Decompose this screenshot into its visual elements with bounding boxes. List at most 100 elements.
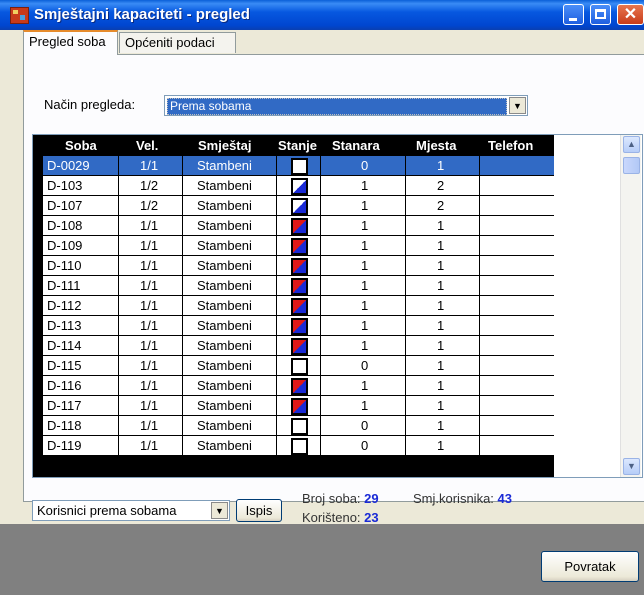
table-row[interactable]: D-111 1/1 Stambeni 1 1	[33, 276, 554, 296]
cell-mjesta: 1	[437, 398, 445, 413]
table-row[interactable]: D-107 1/2 Stambeni 1 2	[33, 196, 554, 216]
table-row[interactable]: D-108 1/1 Stambeni 1 1	[33, 216, 554, 236]
app-icon	[10, 7, 29, 24]
stat-label: Korišteno:	[302, 510, 361, 525]
cell-vel: 1/1	[140, 238, 159, 253]
tab-pregled-soba[interactable]: Pregled soba	[23, 30, 118, 55]
occupancy-status-icon	[291, 238, 308, 255]
table-row[interactable]: D-114 1/1 Stambeni 1 1	[33, 336, 554, 356]
cell-smjestaj: Stambeni	[197, 438, 252, 453]
cell-smjestaj: Stambeni	[197, 298, 252, 313]
cell-stanara: 1	[361, 298, 369, 313]
occupancy-status-icon	[291, 398, 308, 415]
occupancy-status-icon	[291, 178, 308, 195]
chevron-down-icon[interactable]: ▼	[211, 502, 228, 519]
cell-soba: D-103	[47, 178, 83, 193]
cell-mjesta: 1	[437, 318, 445, 333]
cell-vel: 1/1	[140, 338, 159, 353]
occupancy-status-icon	[291, 378, 308, 395]
maximize-button[interactable]	[590, 4, 611, 25]
cell-mjesta: 1	[437, 378, 445, 393]
cell-soba: D-115	[47, 358, 82, 373]
cell-soba: D-114	[47, 338, 82, 353]
cell-soba: D-0029	[47, 158, 90, 173]
column-divider	[118, 156, 119, 477]
column-header-soba[interactable]: Soba	[65, 138, 97, 153]
occupancy-status-icon	[291, 358, 308, 375]
scroll-up-icon[interactable]: ▲	[623, 136, 640, 153]
table-row[interactable]: D-116 1/1 Stambeni 1 1	[33, 376, 554, 396]
tab-opceniti-podaci[interactable]: Općeniti podaci	[119, 32, 236, 53]
cell-stanara: 1	[361, 198, 369, 213]
stat-broj-soba: Broj soba: 29	[302, 491, 379, 506]
cell-stanara: 1	[361, 178, 369, 193]
column-header-stanje[interactable]: Stanje	[278, 138, 317, 153]
cell-smjestaj: Stambeni	[197, 278, 252, 293]
occupancy-status-icon	[291, 278, 308, 295]
column-header-smjestaj[interactable]: Smještaj	[198, 138, 251, 153]
cell-soba: D-108	[47, 218, 83, 233]
table-row[interactable]: D-103 1/2 Stambeni 1 2	[33, 176, 554, 196]
column-header-stanara[interactable]: Stanara	[332, 138, 380, 153]
cell-mjesta: 1	[437, 338, 445, 353]
cell-vel: 1/1	[140, 358, 159, 373]
print-button[interactable]: Ispis	[236, 499, 282, 522]
cell-vel: 1/1	[140, 438, 159, 453]
cell-vel: 1/2	[140, 198, 159, 213]
view-mode-value: Prema sobama	[167, 98, 507, 115]
cell-soba: D-110	[47, 258, 82, 273]
view-mode-select[interactable]: Prema sobama ▼	[164, 95, 528, 116]
column-divider	[276, 156, 277, 477]
column-header-telefon[interactable]: Telefon	[488, 138, 533, 153]
view-mode-label: Način pregleda:	[44, 97, 136, 112]
cell-vel: 1/1	[140, 218, 159, 233]
minimize-icon	[569, 18, 577, 21]
rooms-table[interactable]: Soba Vel. Smještaj Stanje Stanara Mjesta…	[32, 134, 643, 478]
cell-vel: 1/1	[140, 378, 159, 393]
cell-vel: 1/1	[140, 298, 159, 313]
cell-soba: D-118	[47, 418, 82, 433]
minimize-button[interactable]	[563, 4, 584, 25]
table-row[interactable]: D-109 1/1 Stambeni 1 1	[33, 236, 554, 256]
cell-mjesta: 1	[437, 218, 445, 233]
scroll-down-icon[interactable]: ▼	[623, 458, 640, 475]
cell-vel: 1/2	[140, 178, 159, 193]
cell-smjestaj: Stambeni	[197, 398, 252, 413]
stat-label: Broj soba:	[302, 491, 361, 506]
occupancy-status-icon	[291, 258, 308, 275]
table-row[interactable]: D-118 1/1 Stambeni 0 1	[33, 416, 554, 436]
cell-mjesta: 1	[437, 358, 445, 373]
cell-stanara: 1	[361, 378, 369, 393]
column-divider	[320, 156, 321, 477]
column-header-vel[interactable]: Vel.	[136, 138, 158, 153]
table-row[interactable]: D-112 1/1 Stambeni 1 1	[33, 296, 554, 316]
table-row[interactable]: D-117 1/1 Stambeni 1 1	[33, 396, 554, 416]
table-row[interactable]: D-110 1/1 Stambeni 1 1	[33, 256, 554, 276]
cell-vel: 1/1	[140, 398, 159, 413]
title-bar[interactable]: Smještajni kapaciteti - pregled ✕	[0, 0, 644, 30]
table-row[interactable]: D-113 1/1 Stambeni 1 1	[33, 316, 554, 336]
column-divider	[479, 156, 480, 477]
occupancy-status-icon	[291, 158, 308, 175]
table-row[interactable]: D-115 1/1 Stambeni 0 1	[33, 356, 554, 376]
chevron-down-icon[interactable]: ▼	[509, 97, 526, 114]
cell-mjesta: 1	[437, 158, 445, 173]
scroll-thumb[interactable]	[623, 157, 640, 174]
column-header-mjesta[interactable]: Mjesta	[416, 138, 456, 153]
close-button[interactable]: ✕	[617, 4, 644, 25]
cell-soba: D-111	[47, 278, 81, 293]
column-divider	[405, 156, 406, 477]
cell-vel: 1/1	[140, 258, 159, 273]
cell-smjestaj: Stambeni	[197, 258, 252, 273]
table-scrollbar[interactable]: ▲ ▼	[620, 135, 641, 477]
back-button[interactable]: Povratak	[541, 551, 639, 582]
cell-smjestaj: Stambeni	[197, 318, 252, 333]
cell-vel: 1/1	[140, 318, 159, 333]
occupancy-status-icon	[291, 298, 308, 315]
cell-vel: 1/1	[140, 418, 159, 433]
report-select[interactable]: Korisnici prema sobama ▼	[32, 500, 230, 521]
table-row[interactable]: D-119 1/1 Stambeni 0 1	[33, 436, 554, 456]
cell-stanara: 1	[361, 258, 369, 273]
table-row[interactable]: D-0029 1/1 Stambeni 0 1	[33, 156, 554, 176]
occupancy-status-icon	[291, 198, 308, 215]
